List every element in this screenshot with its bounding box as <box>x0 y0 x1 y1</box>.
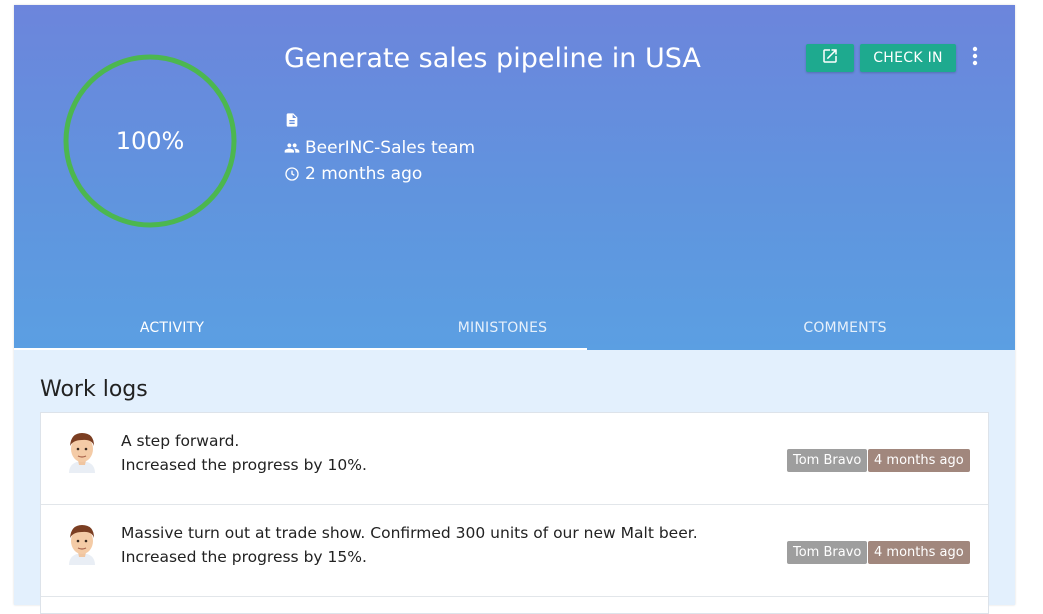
worklog-detail: Increased the progress by 15%. <box>121 548 367 566</box>
worklog-user-badge[interactable]: Tom Bravo <box>787 449 868 472</box>
worklog-time-badge: 4 months ago <box>868 449 970 472</box>
worklog-time-badge: 4 months ago <box>868 541 970 564</box>
goal-card: 100% Generate sales pipeline in USA Beer… <box>14 5 1015 614</box>
worklog-item: Massive turn out at trade show. Confirme… <box>41 505 988 597</box>
active-tab-indicator <box>14 348 587 350</box>
avatar <box>63 521 101 565</box>
goal-team-row: BeerINC-Sales team <box>284 138 475 158</box>
avatar <box>63 429 101 473</box>
worklog-title: A step forward. <box>121 432 240 450</box>
check-in-button[interactable]: CHECK IN <box>860 44 956 72</box>
goal-updated: 2 months ago <box>305 164 423 184</box>
open-in-new-icon <box>821 47 839 69</box>
team-icon <box>284 140 300 156</box>
document-icon[interactable] <box>284 112 300 128</box>
tab-ministones[interactable]: MINISTONES <box>330 305 675 350</box>
progress-percent: 100% <box>115 127 185 155</box>
goal-tabs: ACTIVITY MINISTONES COMMENTS <box>14 305 1015 350</box>
tab-comments[interactable]: COMMENTS <box>675 305 1015 350</box>
clock-icon <box>284 166 300 182</box>
goal-updated-row: 2 months ago <box>284 164 422 184</box>
goal-description-row <box>284 112 305 128</box>
worklog-list: A step forward. Increased the progress b… <box>40 412 989 614</box>
worklog-text: Massive turn out at trade show. Confirme… <box>121 521 698 569</box>
worklog-text: A step forward. Increased the progress b… <box>121 429 367 477</box>
worklog-user-badge[interactable]: Tom Bravo <box>787 541 868 564</box>
worklog-detail: Increased the progress by 10%. <box>121 456 367 474</box>
worklog-title: Massive turn out at trade show. Confirme… <box>121 524 698 542</box>
goal-title: Generate sales pipeline in USA <box>284 43 701 74</box>
more-vert-icon <box>972 46 978 70</box>
more-options-button[interactable] <box>964 45 986 71</box>
progress-ring: 100% <box>61 52 239 230</box>
worklogs-title: Work logs <box>40 377 148 402</box>
goal-team: BeerINC-Sales team <box>305 138 476 158</box>
worklog-item: A step forward. Increased the progress b… <box>41 413 988 505</box>
goal-header: 100% Generate sales pipeline in USA Beer… <box>14 5 1015 350</box>
open-goal-button[interactable] <box>806 44 854 72</box>
tab-activity[interactable]: ACTIVITY <box>14 305 330 350</box>
